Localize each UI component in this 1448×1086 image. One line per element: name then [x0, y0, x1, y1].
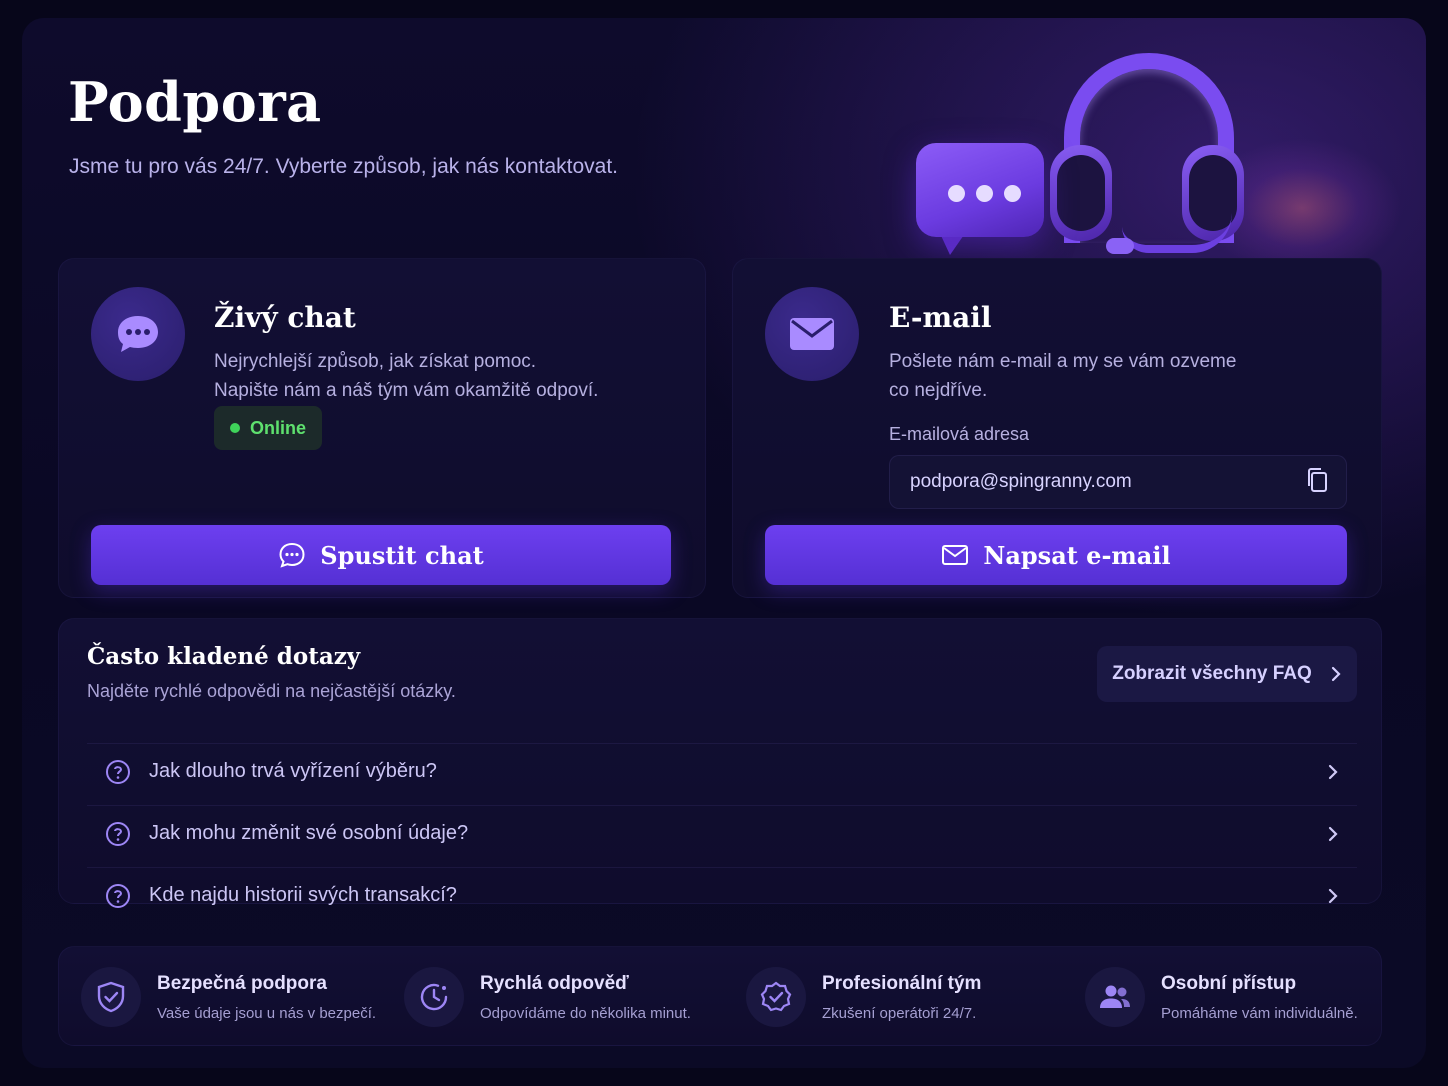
online-dot-icon [230, 423, 240, 433]
write-email-label: Napsat e-mail [983, 540, 1171, 570]
email-card-desc-2: co nejdříve. [889, 380, 988, 401]
chat-bubble-icon [91, 287, 185, 381]
question-circle-icon [106, 883, 130, 908]
mail-icon [942, 545, 969, 565]
faq-section: Často kladené dotazy Najděte rychlé odpo… [58, 618, 1382, 908]
chevron-right-icon [1328, 826, 1338, 841]
faq-question: Jak mohu změnit své osobní údaje? [149, 822, 469, 844]
page-subtitle: Jsme tu pro vás 24/7. Vyberte způsob, ja… [69, 155, 619, 178]
faq-title: Často kladené dotazy [87, 643, 361, 670]
question-circle-icon [106, 759, 130, 784]
feature-title: Osobní přístup [1161, 973, 1297, 994]
chevron-right-icon [1328, 764, 1338, 779]
start-chat-label: Spustit chat [320, 540, 484, 570]
faq-question: Jak dlouho trvá vyřízení výběru? [149, 760, 437, 782]
live-chat-card: Živý chat Nejrychlejší způsob, jak získa… [58, 258, 706, 598]
feature-desc: Odpovídáme do několika minut. [480, 1005, 691, 1022]
faq-question: Kde najdu historii svých transakcí? [149, 884, 457, 906]
envelope-icon [765, 287, 859, 381]
feature-title: Rychlá odpověď [480, 973, 629, 994]
faq-subtitle: Najděte rychlé odpovědi na nejčastější o… [87, 681, 456, 701]
verified-badge-icon [746, 967, 806, 1027]
email-field-label: E-mailová adresa [889, 424, 1030, 444]
feature-desc: Vaše údaje jsou u nás v bezpečí. [157, 1005, 377, 1022]
copy-icon[interactable] [1304, 466, 1330, 499]
bubble-dot [976, 185, 993, 202]
email-card: E-mail Pošlete nám e-mail a my se vám oz… [732, 258, 1382, 598]
email-address-field[interactable]: podpora@spingranny.com [889, 455, 1347, 509]
online-status-badge: Online [214, 406, 323, 450]
status-label: Online [250, 417, 307, 438]
show-all-faq-label: Zobrazit všechny FAQ [1112, 663, 1312, 684]
chevron-right-icon [1328, 888, 1338, 903]
question-circle-icon [106, 821, 130, 846]
support-page: Podpora Jsme tu pro vás 24/7. Vyberte zp… [22, 18, 1426, 1068]
users-icon [1085, 967, 1145, 1027]
features-strip: Bezpečná podpora Vaše údaje jsou u nás v… [58, 946, 1382, 1046]
page-title: Podpora [68, 70, 322, 134]
chat-card-title: Živý chat [214, 301, 356, 334]
feature-title: Profesionální tým [822, 973, 982, 994]
feature-title: Bezpečná podpora [157, 973, 327, 994]
chat-card-desc-1: Nejrychlejší způsob, jak získat pomoc. [214, 351, 537, 372]
bubble-dot [1004, 185, 1021, 202]
headset-mic-arm [1122, 213, 1232, 253]
faq-item[interactable]: Jak mohu změnit své osobní údaje? [87, 805, 1357, 861]
start-chat-button[interactable]: Spustit chat [91, 525, 671, 585]
email-address-value[interactable]: podpora@spingranny.com [910, 471, 1132, 493]
show-all-faq-button[interactable]: Zobrazit všechny FAQ [1097, 646, 1357, 702]
feature-desc: Pomáháme vám individuálně. [1161, 1005, 1358, 1022]
chevron-right-icon [1331, 666, 1341, 682]
shield-icon [81, 967, 141, 1027]
headset-left-cup [1050, 145, 1112, 241]
chat-card-desc-2: Napište nám a náš tým vám okamžitě odpov… [214, 380, 599, 401]
faq-item[interactable]: Jak dlouho trvá vyřízení výběru? [87, 743, 1357, 799]
email-card-desc-1: Pošlete nám e-mail a my se vám ozveme [889, 351, 1237, 372]
clock-icon [404, 967, 464, 1027]
headset-mic [1106, 238, 1134, 254]
feature-desc: Zkušení operátoři 24/7. [822, 1005, 977, 1022]
write-email-button[interactable]: Napsat e-mail [765, 525, 1347, 585]
faq-item[interactable]: Kde najdu historii svých transakcí? [87, 867, 1357, 923]
email-card-title: E-mail [889, 301, 992, 334]
bubble-dot [948, 185, 965, 202]
chat-icon [279, 542, 305, 568]
headset-chat-illustration [912, 33, 1244, 263]
